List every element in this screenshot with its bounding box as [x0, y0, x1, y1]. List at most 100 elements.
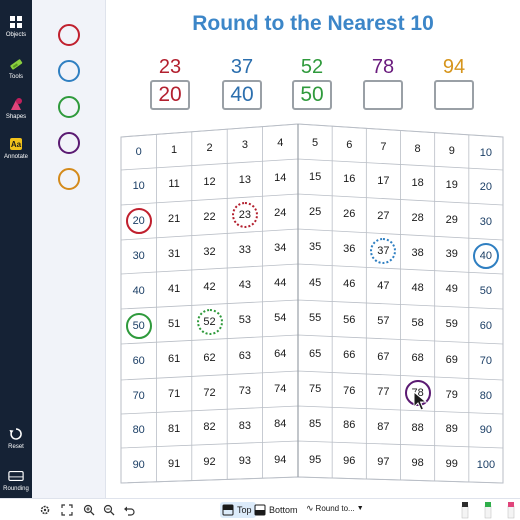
- chart-cell[interactable]: 90: [124, 458, 154, 472]
- circle-marker-23[interactable]: [231, 201, 258, 228]
- chart-cell[interactable]: 66: [334, 348, 364, 362]
- chart-cell[interactable]: 20: [471, 180, 501, 194]
- chart-cell[interactable]: 57: [368, 314, 398, 328]
- chart-cell[interactable]: 36: [334, 242, 364, 256]
- pink-pen-icon[interactable]: [506, 501, 516, 519]
- chart-cell[interactable]: 91: [159, 457, 189, 471]
- chart-cell[interactable]: 30: [124, 249, 154, 263]
- chart-cell[interactable]: 89: [437, 422, 467, 436]
- chart-cell[interactable]: 59: [437, 317, 467, 331]
- chart-cell[interactable]: 10: [471, 146, 501, 160]
- chart-cell[interactable]: 51: [159, 317, 189, 331]
- chart-cell[interactable]: 5: [300, 136, 330, 150]
- chart-cell[interactable]: 48: [403, 281, 433, 295]
- chart-cell[interactable]: 2: [195, 141, 225, 155]
- fullscreen-icon[interactable]: [60, 503, 74, 517]
- chart-cell[interactable]: 27: [368, 209, 398, 223]
- chart-cell[interactable]: 31: [159, 247, 189, 261]
- chart-cell[interactable]: 25: [300, 205, 330, 219]
- chart-cell[interactable]: 68: [403, 351, 433, 365]
- chart-cell[interactable]: 96: [334, 454, 364, 468]
- chart-cell[interactable]: 70: [124, 389, 154, 403]
- chart-cell[interactable]: 16: [334, 172, 364, 186]
- chart-cell[interactable]: 14: [265, 171, 295, 185]
- chart-cell[interactable]: 34: [265, 241, 295, 255]
- chart-cell[interactable]: 43: [230, 278, 260, 292]
- chart-cell[interactable]: 65: [300, 347, 330, 361]
- zoom-out-icon[interactable]: [102, 503, 116, 517]
- chart-cell[interactable]: 7: [368, 140, 398, 154]
- circle-marker-40[interactable]: [472, 243, 499, 270]
- chart-cell[interactable]: 99: [437, 457, 467, 471]
- chart-cell[interactable]: 84: [265, 417, 295, 431]
- chart-cell[interactable]: 35: [300, 240, 330, 254]
- chart-cell[interactable]: 26: [334, 207, 364, 221]
- chart-cell[interactable]: 45: [300, 276, 330, 290]
- chart-cell[interactable]: 77: [368, 385, 398, 399]
- chart-cell[interactable]: 11: [159, 177, 189, 191]
- chart-cell[interactable]: 10: [124, 179, 154, 193]
- rounding-mode-dropdown[interactable]: ∿ Round to... ▼: [306, 503, 364, 514]
- chart-cell[interactable]: 83: [230, 419, 260, 433]
- chart-cell[interactable]: 19: [437, 178, 467, 192]
- chart-cell[interactable]: 38: [403, 246, 433, 260]
- chart-cell[interactable]: 33: [230, 243, 260, 257]
- chart-cell[interactable]: 17: [368, 174, 398, 188]
- chart-cell[interactable]: 100: [471, 458, 501, 472]
- chart-cell[interactable]: 44: [265, 276, 295, 290]
- chart-cell[interactable]: 21: [159, 212, 189, 226]
- view-bottom-toggle[interactable]: Bottom: [254, 502, 298, 518]
- chart-cell[interactable]: 61: [159, 352, 189, 366]
- chart-cell[interactable]: 71: [159, 387, 189, 401]
- chart-cell[interactable]: 90: [471, 423, 501, 437]
- chart-cell[interactable]: 85: [300, 417, 330, 431]
- chart-cell[interactable]: 95: [300, 453, 330, 467]
- chart-cell[interactable]: 18: [403, 176, 433, 190]
- chart-cell[interactable]: 76: [334, 384, 364, 398]
- chart-cell[interactable]: 73: [230, 384, 260, 398]
- chart-cell[interactable]: 6: [334, 138, 364, 152]
- chart-cell[interactable]: 88: [403, 421, 433, 435]
- chart-cell[interactable]: 39: [437, 247, 467, 261]
- chart-cell[interactable]: 94: [265, 453, 295, 467]
- chart-cell[interactable]: 60: [124, 354, 154, 368]
- chart-cell[interactable]: 53: [230, 313, 260, 327]
- chart-cell[interactable]: 70: [471, 354, 501, 368]
- chart-cell[interactable]: 67: [368, 350, 398, 364]
- chart-cell[interactable]: 54: [265, 311, 295, 325]
- chart-cell[interactable]: 55: [300, 311, 330, 325]
- chart-cell[interactable]: 0: [124, 145, 154, 159]
- chart-cell[interactable]: 56: [334, 313, 364, 327]
- chart-cell[interactable]: 75: [300, 382, 330, 396]
- chart-cell[interactable]: 79: [437, 388, 467, 402]
- chart-cell[interactable]: 98: [403, 456, 433, 470]
- chart-cell[interactable]: 22: [195, 210, 225, 224]
- chart-cell[interactable]: 87: [368, 420, 398, 434]
- circle-marker-50[interactable]: [125, 312, 152, 339]
- view-top-toggle[interactable]: Top: [220, 502, 256, 518]
- chart-cell[interactable]: 13: [230, 173, 260, 187]
- chart-cell[interactable]: 28: [403, 211, 433, 225]
- chart-cell[interactable]: 72: [195, 386, 225, 400]
- chart-cell[interactable]: 63: [230, 349, 260, 363]
- chart-cell[interactable]: 30: [471, 215, 501, 229]
- circle-marker-20[interactable]: [125, 208, 152, 235]
- chart-cell[interactable]: 4: [265, 136, 295, 150]
- chart-cell[interactable]: 62: [195, 351, 225, 365]
- undo-icon[interactable]: [122, 503, 136, 517]
- chart-cell[interactable]: 92: [195, 455, 225, 469]
- chart-cell[interactable]: 15: [300, 170, 330, 184]
- chart-cell[interactable]: 32: [195, 245, 225, 259]
- chart-cell[interactable]: 74: [265, 382, 295, 396]
- chart-cell[interactable]: 69: [437, 353, 467, 367]
- chart-cell[interactable]: 42: [195, 280, 225, 294]
- chart-cell[interactable]: 40: [124, 284, 154, 298]
- chart-cell[interactable]: 12: [195, 175, 225, 189]
- black-pen-icon[interactable]: [460, 501, 470, 519]
- chart-cell[interactable]: 49: [437, 282, 467, 296]
- chart-cell[interactable]: 64: [265, 347, 295, 361]
- chart-cell[interactable]: 82: [195, 420, 225, 434]
- chart-cell[interactable]: 50: [471, 284, 501, 298]
- chart-cell[interactable]: 80: [471, 389, 501, 403]
- settings-icon[interactable]: [38, 503, 52, 517]
